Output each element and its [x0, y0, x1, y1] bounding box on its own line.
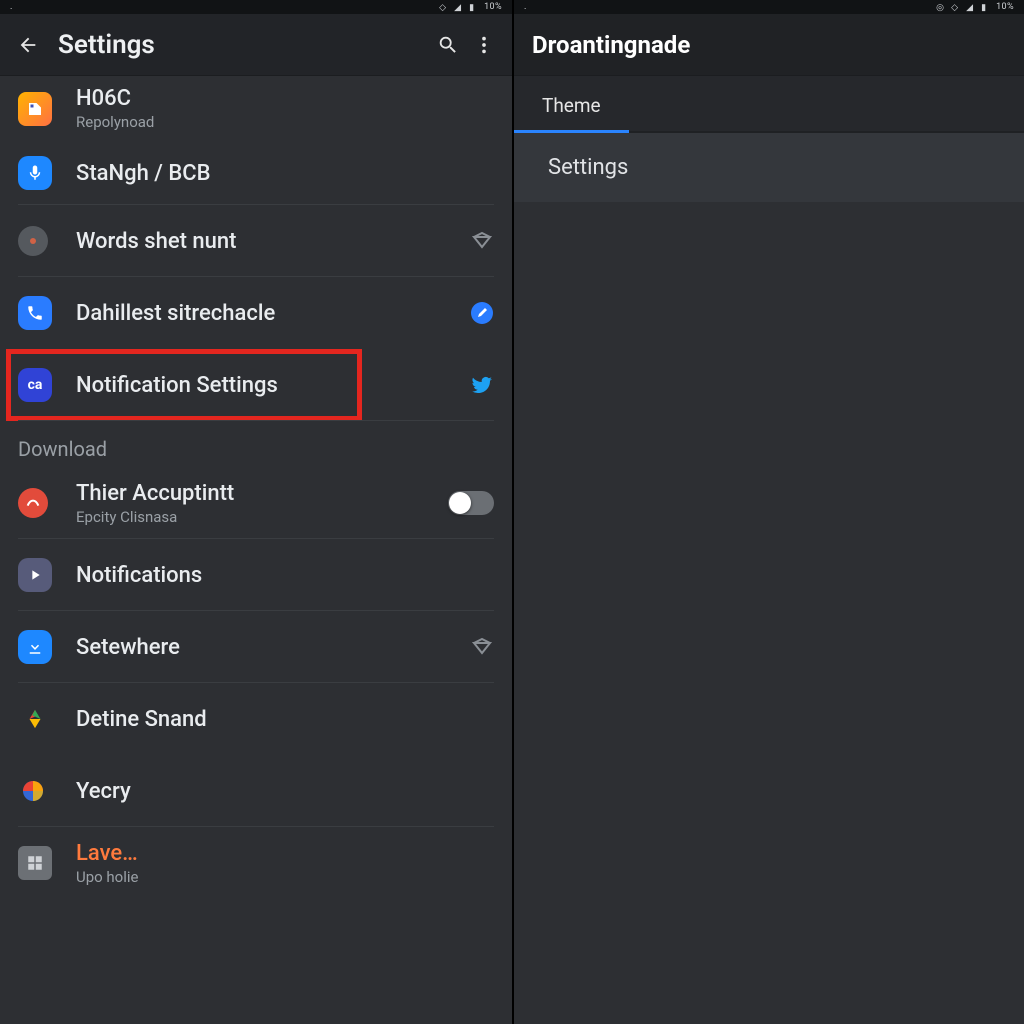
settings-list[interactable]: H06C Repolynoad StaNgh / BCB Words [0, 76, 512, 1024]
diamond-icon [470, 635, 494, 659]
item-label: Yecry [76, 779, 494, 804]
item-label: Dahillest sitrechacle [76, 301, 462, 326]
right-screen: . ◎ ◇ ◢ ▮ 10% Droantingnade Theme Settin… [512, 0, 1024, 1024]
item-label: StaNgh / BCB [76, 161, 494, 186]
diamond-icon [470, 229, 494, 253]
download-icon [18, 630, 52, 664]
signal-status-icon: ◢ [966, 3, 975, 12]
toggle-switch[interactable] [448, 491, 494, 515]
item-label: Lave… [76, 841, 494, 866]
list-item-words[interactable]: Words shet nunt [0, 205, 512, 277]
curve-icon [18, 488, 48, 518]
grid-icon [18, 846, 52, 880]
left-screen: . ◇ ◢ ▮ 10% Settings [0, 0, 512, 1024]
list-item-notifications[interactable]: Notifications [0, 539, 512, 611]
section-download: Download [0, 421, 512, 467]
item-label: Detine Snand [76, 707, 494, 732]
status-bar-right: . ◎ ◇ ◢ ▮ 10% [514, 0, 1024, 14]
phone-icon [18, 296, 52, 330]
battery-percent: 10% [996, 2, 1014, 12]
tabs: Theme [514, 76, 1024, 133]
page-title: Settings [58, 30, 430, 60]
battery-status-icon: ▮ [981, 3, 990, 12]
item-sublabel: Epcity Clisnasa [76, 508, 440, 526]
pin-icon [18, 702, 52, 736]
signal-status-icon: ◢ [454, 3, 463, 12]
list-item-yecry[interactable]: Yecry [0, 755, 512, 827]
item-label: Setewhere [76, 635, 462, 660]
battery-status-icon: ▮ [469, 3, 478, 12]
list-item-notification-settings[interactable]: ca Notification Settings [0, 349, 512, 421]
app-bar: Settings [0, 14, 512, 76]
list-item-thier[interactable]: Thier Accuptintt Epcity Clisnasa [0, 467, 512, 539]
wifi-status-icon: ◇ [951, 3, 960, 12]
page-title-right: Droantingnade [532, 31, 690, 59]
status-right: ◎ ◇ ◢ ▮ 10% [936, 2, 1014, 12]
back-icon[interactable] [10, 27, 46, 63]
dot-icon [18, 226, 48, 256]
item-label: Notifications [76, 563, 494, 588]
list-item-dahillest[interactable]: Dahillest sitrechacle [0, 277, 512, 349]
status-left: . [10, 2, 13, 12]
search-icon[interactable] [430, 27, 466, 63]
battery-percent: 10% [484, 2, 502, 12]
list-item-stangh[interactable]: StaNgh / BCB [0, 141, 512, 205]
status-right: ◇ ◢ ▮ 10% [439, 2, 502, 12]
list-item-lave[interactable]: Lave… Upo holie [0, 827, 512, 899]
list-item-h06c[interactable]: H06C Repolynoad [0, 76, 512, 141]
nfc-status-icon: ◎ [936, 3, 945, 12]
item-sublabel: Repolynoad [76, 113, 494, 131]
status-left: . [524, 2, 527, 12]
play-icon [18, 558, 52, 592]
twitter-icon[interactable] [470, 373, 494, 397]
item-label: Thier Accuptintt [76, 481, 440, 506]
item-sublabel: Upo holie [76, 868, 494, 886]
overflow-menu-icon[interactable] [466, 27, 502, 63]
app-bar-right: Droantingnade [514, 14, 1024, 76]
menu-item-settings[interactable]: Settings [514, 133, 1024, 202]
edit-circle-icon[interactable] [470, 301, 494, 325]
ca-icon: ca [18, 368, 52, 402]
status-bar-left: . ◇ ◢ ▮ 10% [0, 0, 512, 14]
list-item-detine[interactable]: Detine Snand [0, 683, 512, 755]
globe-icon [18, 776, 48, 806]
list-item-setewhere[interactable]: Setewhere [0, 611, 512, 683]
wifi-status-icon: ◇ [439, 3, 448, 12]
tab-theme[interactable]: Theme [514, 76, 629, 131]
mic-icon [18, 156, 52, 190]
item-label: H06C [76, 86, 494, 111]
item-label: Words shet nunt [76, 229, 462, 254]
file-icon [18, 92, 52, 126]
item-label: Notification Settings [76, 373, 462, 398]
